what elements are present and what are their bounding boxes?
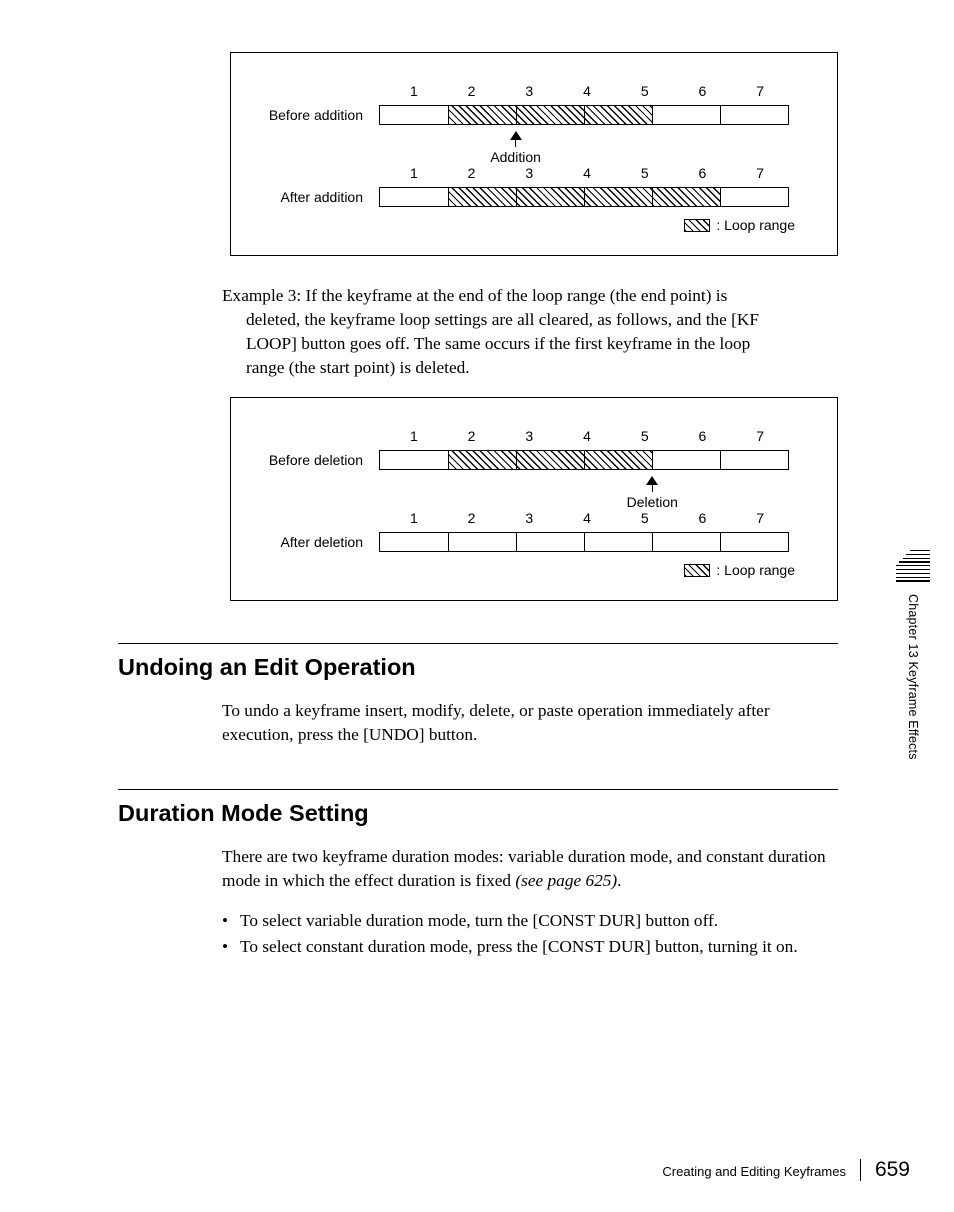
footer-section-title: Creating and Editing Keyframes xyxy=(662,1164,846,1179)
kf-num: 1 xyxy=(385,428,443,444)
fig1-legend-text: : Loop range xyxy=(716,217,795,233)
kf-num: 2 xyxy=(443,428,501,444)
fig2-after-label: After deletion xyxy=(249,534,379,550)
bullet-item: To select variable duration mode, turn t… xyxy=(222,909,838,933)
duration-body-ref: (see page 625) xyxy=(515,871,617,890)
content-column: 1 2 3 4 5 6 7 Before addition xyxy=(118,52,838,959)
fig2-before-label: Before deletion xyxy=(249,452,379,468)
section-rule xyxy=(118,789,838,790)
hatch-swatch-icon xyxy=(684,219,710,232)
fig1-after-label: After addition xyxy=(249,189,379,205)
bullet-item: To select constant duration mode, press … xyxy=(222,935,838,959)
kf-num: 4 xyxy=(558,510,616,526)
document-page: 1 2 3 4 5 6 7 Before addition xyxy=(0,0,954,1212)
fig1-before-numbers: 1 2 3 4 5 6 7 xyxy=(379,83,789,99)
kf-num: 5 xyxy=(616,165,674,181)
fig2-before-numbers: 1 2 3 4 5 6 7 xyxy=(379,428,789,444)
fig2-legend-text: : Loop range xyxy=(716,562,795,578)
fig2-after-numbers: 1 2 3 4 5 6 7 xyxy=(379,510,789,526)
kf-num: 7 xyxy=(731,83,789,99)
kf-num: 6 xyxy=(674,428,732,444)
section-undo-body: To undo a keyframe insert, modify, delet… xyxy=(222,699,838,747)
section-duration-body: There are two keyframe duration modes: v… xyxy=(222,845,838,893)
hatch-swatch-icon xyxy=(684,564,710,577)
loop-range-hatch xyxy=(448,451,652,469)
kf-num: 2 xyxy=(443,83,501,99)
kf-num: 5 xyxy=(616,510,674,526)
kf-num: 2 xyxy=(443,510,501,526)
footer-divider xyxy=(860,1159,861,1181)
kf-num: 1 xyxy=(385,83,443,99)
kf-num: 3 xyxy=(500,83,558,99)
fig2-legend: : Loop range xyxy=(249,562,819,578)
section-rule xyxy=(118,643,838,644)
fig2-before-timeline xyxy=(379,450,789,470)
kf-num: 3 xyxy=(500,510,558,526)
fig1-action-label: Addition xyxy=(490,149,541,165)
kf-num: 4 xyxy=(558,165,616,181)
kf-num: 6 xyxy=(674,165,732,181)
kf-num: 5 xyxy=(616,83,674,99)
kf-num: 7 xyxy=(731,510,789,526)
fig2-action-label: Deletion xyxy=(627,494,678,510)
fig1-before-label: Before addition xyxy=(249,107,379,123)
figure-addition: 1 2 3 4 5 6 7 Before addition xyxy=(230,52,838,256)
kf-num: 5 xyxy=(616,428,674,444)
kf-num: 2 xyxy=(443,165,501,181)
fig2-after-timeline xyxy=(379,532,789,552)
section-undo-title: Undoing an Edit Operation xyxy=(118,654,838,681)
kf-num: 6 xyxy=(674,510,732,526)
duration-bullets: To select variable duration mode, turn t… xyxy=(222,909,838,959)
deletion-arrow: Deletion xyxy=(618,476,686,510)
loop-range-hatch xyxy=(448,106,652,124)
example3-lead: Example 3: If the keyframe at the end of… xyxy=(222,286,727,305)
page-footer: Creating and Editing Keyframes 659 xyxy=(662,1158,910,1182)
kf-num: 1 xyxy=(385,165,443,181)
section-duration-title: Duration Mode Setting xyxy=(118,800,838,827)
kf-num: 6 xyxy=(674,83,732,99)
footer-page-number: 659 xyxy=(875,1158,910,1182)
example3-cont: deleted, the keyframe loop settings are … xyxy=(222,308,838,332)
kf-num: 7 xyxy=(731,428,789,444)
example3-cont: range (the start point) is deleted. xyxy=(222,356,838,380)
fig1-after-numbers: 1 2 3 4 5 6 7 xyxy=(379,165,789,181)
fig1-after-timeline xyxy=(379,187,789,207)
kf-num: 1 xyxy=(385,510,443,526)
kf-num: 3 xyxy=(500,165,558,181)
duration-body-b: . xyxy=(617,871,621,890)
side-tab-label: Chapter 13 Keyframe Effects xyxy=(906,594,920,760)
kf-num: 3 xyxy=(500,428,558,444)
example3-cont: LOOP] button goes off. The same occurs i… xyxy=(222,332,838,356)
fig1-legend: : Loop range xyxy=(249,217,819,233)
thumb-bars-icon xyxy=(896,550,930,584)
kf-num: 4 xyxy=(558,428,616,444)
kf-num: 4 xyxy=(558,83,616,99)
addition-arrow: Addition xyxy=(447,131,584,165)
kf-num: 7 xyxy=(731,165,789,181)
fig1-before-timeline xyxy=(379,105,789,125)
figure-deletion: 1 2 3 4 5 6 7 Before deletion xyxy=(230,397,838,601)
side-thumb-tab: Chapter 13 Keyframe Effects xyxy=(896,550,930,760)
example3-paragraph: Example 3: If the keyframe at the end of… xyxy=(222,284,838,379)
